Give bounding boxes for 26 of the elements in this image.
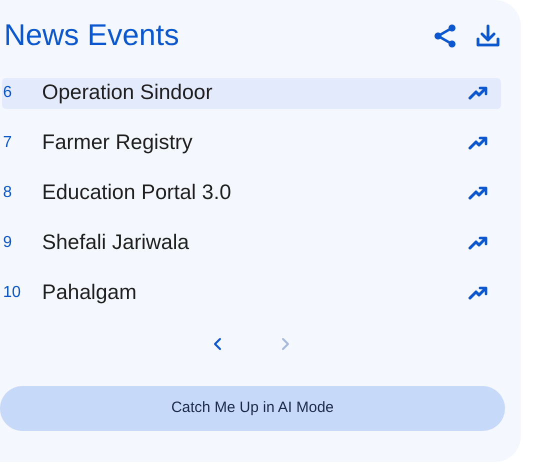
- section-title: News Events: [4, 21, 180, 51]
- rank-number: 7: [2, 133, 13, 153]
- trend-row[interactable]: 6 Operation Sindoor: [2, 78, 501, 108]
- trend-row[interactable]: 8 Education Portal 3.0: [2, 178, 501, 208]
- chevron-left-icon: [212, 336, 224, 352]
- rank-number: 10: [2, 283, 22, 303]
- trend-label: Farmer Registry: [42, 130, 194, 156]
- trending-up-icon: [468, 136, 488, 150]
- trend-row[interactable]: 9 Shefali Jariwala: [2, 228, 501, 258]
- share-icon[interactable]: [434, 24, 456, 48]
- trend-label: Education Portal 3.0: [42, 180, 232, 206]
- trending-up-icon: [468, 286, 488, 300]
- ai-mode-button[interactable]: Catch Me Up in AI Mode: [0, 386, 505, 431]
- rank-number: 8: [2, 183, 13, 203]
- trend-label: Operation Sindoor: [42, 80, 214, 106]
- trending-up-icon: [468, 186, 488, 200]
- rank-number: 9: [2, 233, 13, 253]
- trend-label: Pahalgam: [42, 280, 138, 306]
- trend-row[interactable]: 10 Pahalgam: [2, 278, 501, 308]
- trend-row[interactable]: 7 Farmer Registry: [2, 128, 501, 158]
- trending-up-icon: [468, 236, 488, 250]
- trending-up-icon: [468, 86, 488, 100]
- download-icon[interactable]: [476, 24, 500, 48]
- rank-number: 6: [2, 83, 13, 103]
- chevron-right-icon: [279, 336, 291, 352]
- trend-label: Shefali Jariwala: [42, 230, 190, 256]
